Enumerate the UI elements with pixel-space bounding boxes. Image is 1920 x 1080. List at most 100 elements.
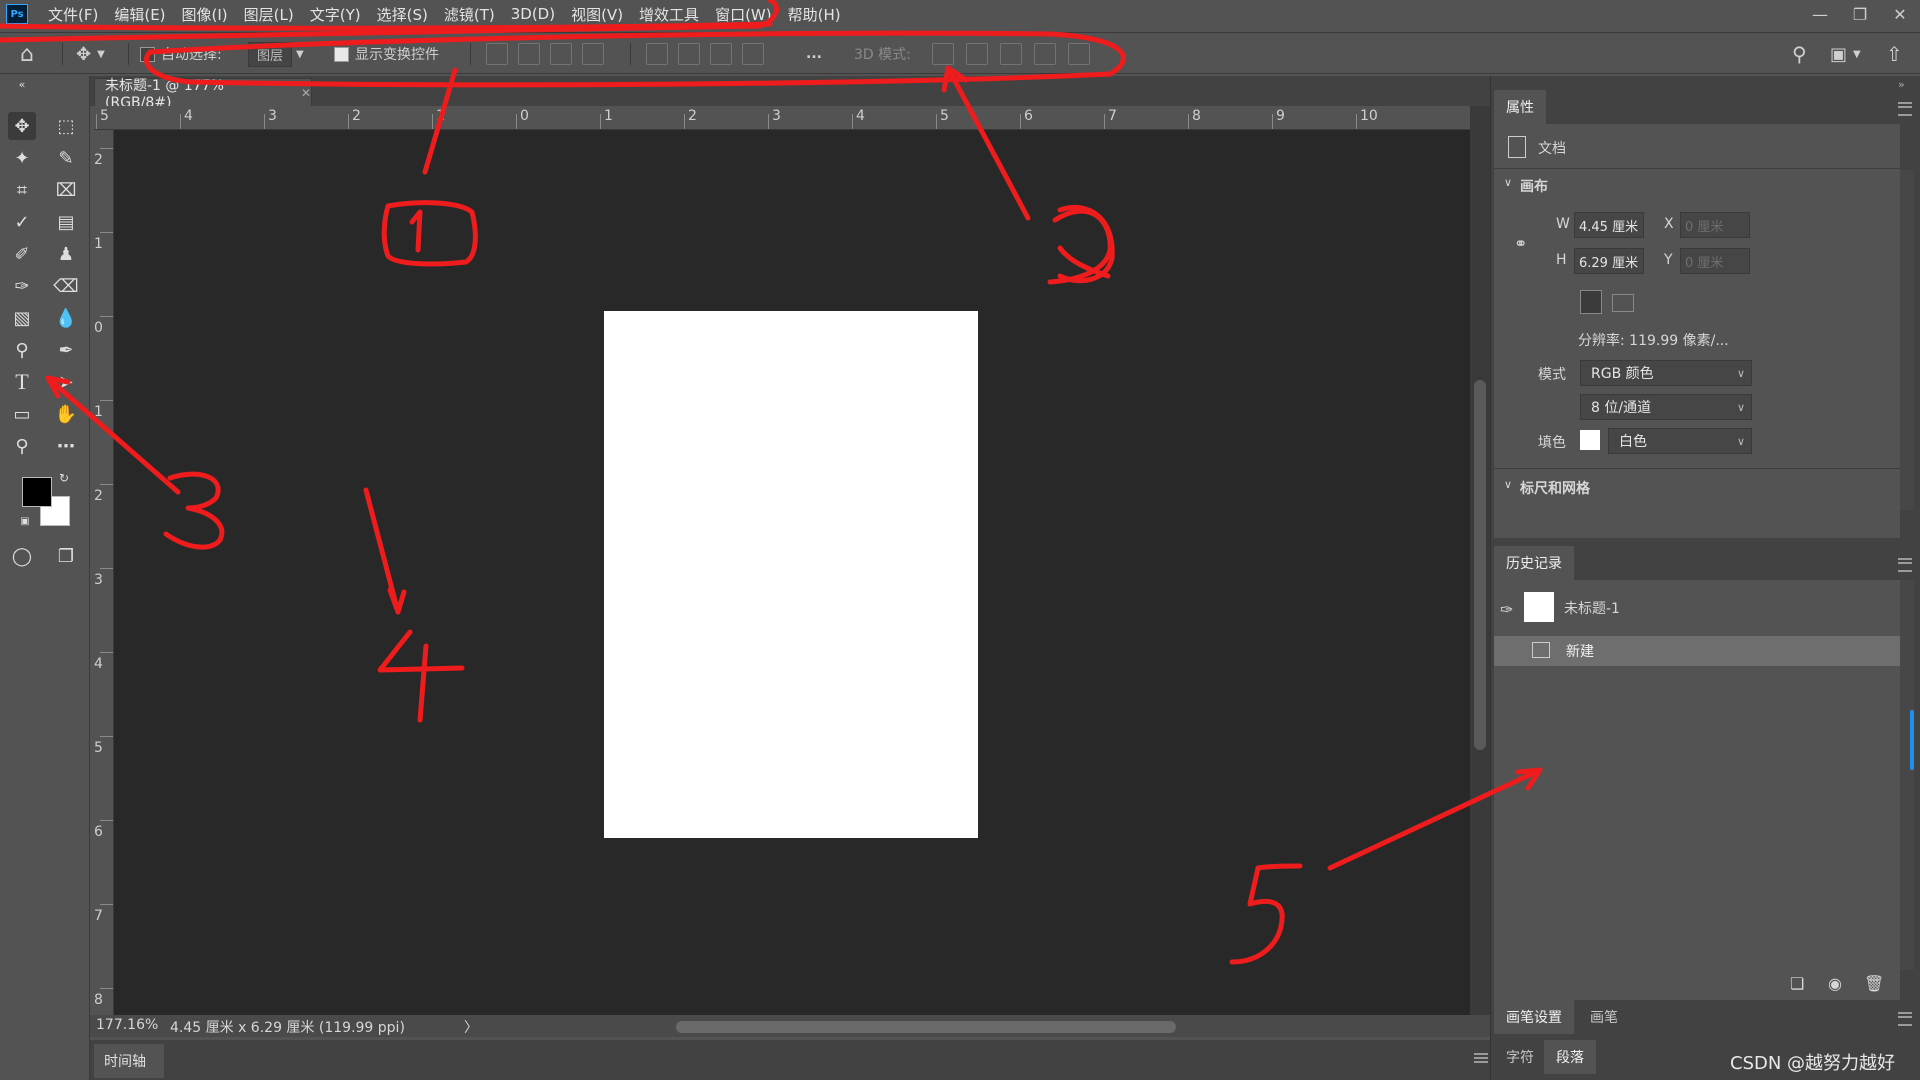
more-tools-icon[interactable]: ⋯ xyxy=(52,432,80,460)
document-canvas[interactable] xyxy=(604,311,978,838)
show-transform-check-icon[interactable] xyxy=(334,46,349,62)
chevron-down-icon[interactable]: ∨ xyxy=(1504,176,1512,189)
menu-edit[interactable]: 编辑(E) xyxy=(106,4,173,25)
swap-colors-icon[interactable]: ↻ xyxy=(56,470,72,486)
brush-menu-icon[interactable] xyxy=(1898,1012,1912,1026)
scale-3d-icon[interactable] xyxy=(1068,43,1090,65)
more-options-button[interactable]: ... xyxy=(806,33,822,75)
vertical-scroll-thumb[interactable] xyxy=(1474,380,1486,750)
menu-image[interactable]: 图像(I) xyxy=(174,4,236,25)
bit-depth-dropdown[interactable]: 8 位/通道 ∨ xyxy=(1580,394,1752,420)
properties-menu-icon[interactable] xyxy=(1898,102,1912,116)
history-scrollbar[interactable] xyxy=(1900,580,1914,970)
link-icon[interactable]: ⚭ xyxy=(1514,234,1527,253)
workspace-icon[interactable]: ▣ ▼ xyxy=(1830,33,1861,75)
clone-stamp-tool-icon[interactable]: ♟ xyxy=(52,240,80,268)
photoshop-logo-icon[interactable]: Ps xyxy=(6,4,28,24)
menu-view[interactable]: 视图(V) xyxy=(563,4,631,25)
pen-tool-icon[interactable]: ✒ xyxy=(52,336,80,364)
menu-file[interactable]: 文件(F) xyxy=(40,4,106,25)
rectangle-tool-icon[interactable]: ▭ xyxy=(8,400,36,428)
screen-mode-icon[interactable]: ❐ xyxy=(52,542,80,570)
portrait-orientation-icon[interactable] xyxy=(1580,290,1602,314)
show-transform-checkbox[interactable]: 显示变换控件 xyxy=(334,33,439,75)
eyedropper-tool-icon[interactable]: ✓ xyxy=(8,208,36,236)
menu-type[interactable]: 文字(Y) xyxy=(302,4,369,25)
snapshot-thumbnail[interactable] xyxy=(1524,592,1554,622)
slide-3d-icon[interactable] xyxy=(1034,43,1056,65)
path-select-tool-icon[interactable]: ➤ xyxy=(52,368,80,396)
landscape-orientation-icon[interactable] xyxy=(1612,294,1634,312)
align-center-icon[interactable] xyxy=(518,43,540,65)
zoom-level[interactable]: 177.16% xyxy=(96,1017,158,1033)
marquee-tool-icon[interactable]: ⬚ xyxy=(52,112,80,140)
gradient-tool-icon[interactable]: ▧ xyxy=(8,304,36,332)
brush-tool-icon[interactable]: ✐ xyxy=(8,240,36,268)
mode-dropdown[interactable]: RGB 颜色 ∨ xyxy=(1580,360,1752,386)
frame-tool-icon[interactable]: ⌧ xyxy=(52,176,80,204)
align-top-icon[interactable] xyxy=(646,43,668,65)
move-tool-icon[interactable]: ✥ xyxy=(8,112,36,140)
align-bottom-icon[interactable] xyxy=(710,43,732,65)
eraser-tool-icon[interactable]: ⌫ xyxy=(52,272,80,300)
align-distribute-icon[interactable] xyxy=(582,43,604,65)
rulers-grids-section-title[interactable]: 标尺和网格 xyxy=(1520,478,1590,498)
default-colors-icon[interactable]: ▣ xyxy=(18,514,32,528)
pan-3d-icon[interactable] xyxy=(1000,43,1022,65)
width-field[interactable]: 4.45 厘米 xyxy=(1574,212,1644,238)
align-left-icon[interactable] xyxy=(486,43,508,65)
crop-tool-icon[interactable]: ⌗ xyxy=(8,176,36,204)
x-field[interactable]: 0 厘米 xyxy=(1680,212,1750,238)
new-document-from-state-icon[interactable]: ❏ xyxy=(1790,974,1804,993)
tab-history[interactable]: 历史记录 xyxy=(1494,546,1574,580)
menu-3d[interactable]: 3D(D) xyxy=(503,5,563,23)
hand-tool-icon[interactable]: ✋ xyxy=(52,400,80,428)
height-field[interactable]: 6.29 厘米 xyxy=(1574,248,1644,274)
healing-brush-tool-icon[interactable]: ▤ xyxy=(52,208,80,236)
tab-character[interactable]: 字符 xyxy=(1494,1040,1546,1074)
move-tool-icon[interactable]: ✥ ▼ xyxy=(76,33,105,75)
menu-plugins[interactable]: 增效工具 xyxy=(631,4,707,25)
roll-3d-icon[interactable] xyxy=(966,43,988,65)
orbit-3d-icon[interactable] xyxy=(932,43,954,65)
canvas-section-title[interactable]: 画布 xyxy=(1520,176,1548,196)
snapshot-name[interactable]: 未标题-1 xyxy=(1564,598,1620,618)
menu-select[interactable]: 选择(S) xyxy=(369,4,436,25)
camera-icon[interactable]: ◉ xyxy=(1828,974,1842,993)
menu-layer[interactable]: 图层(L) xyxy=(236,4,302,25)
close-icon[interactable]: ✕ xyxy=(1880,0,1920,28)
tab-brush[interactable]: 画笔 xyxy=(1578,1000,1630,1034)
lasso-tool-icon[interactable]: ✦ xyxy=(8,144,36,172)
menu-window[interactable]: 窗口(W) xyxy=(707,4,780,25)
foreground-color-swatch-top[interactable] xyxy=(22,477,52,507)
collapse-toolbar-icon[interactable]: « xyxy=(8,78,36,91)
document-tab[interactable]: 未标题-1 @ 177%(RGB/8#) ✕ xyxy=(94,78,312,111)
timeline-menu-icon[interactable] xyxy=(1474,1053,1488,1063)
y-field[interactable]: 0 厘米 xyxy=(1680,248,1750,274)
history-menu-icon[interactable] xyxy=(1898,558,1912,572)
dodge-tool-icon[interactable]: ⚲ xyxy=(8,336,36,364)
chevron-down-icon[interactable]: ∨ xyxy=(1504,478,1512,491)
distribute-vertical-icon[interactable] xyxy=(742,43,764,65)
close-tab-icon[interactable]: ✕ xyxy=(301,86,311,100)
blur-tool-icon[interactable]: 💧 xyxy=(52,304,80,332)
quick-select-tool-icon[interactable]: ✎ xyxy=(52,144,80,172)
auto-select-target-dropdown[interactable]: 图层 ▼ xyxy=(248,33,304,75)
minimize-icon[interactable]: — xyxy=(1800,0,1840,28)
properties-scrollbar[interactable] xyxy=(1900,170,1914,510)
tab-brush-settings[interactable]: 画笔设置 xyxy=(1494,1000,1574,1034)
menu-help[interactable]: 帮助(H) xyxy=(780,4,849,25)
align-right-icon[interactable] xyxy=(550,43,572,65)
align-middle-icon[interactable] xyxy=(678,43,700,65)
auto-select-check-icon[interactable] xyxy=(140,46,155,62)
tab-paragraph[interactable]: 段落 xyxy=(1544,1040,1596,1074)
tab-properties[interactable]: 属性 xyxy=(1494,90,1546,124)
menu-filter[interactable]: 滤镜(T) xyxy=(436,4,503,25)
auto-select-checkbox[interactable]: 自动选择: xyxy=(140,33,222,75)
quick-mask-icon[interactable]: ◯ xyxy=(8,542,36,570)
share-icon[interactable]: ⇧ xyxy=(1886,33,1903,75)
trash-icon[interactable]: 🗑 xyxy=(1864,974,1884,993)
restore-icon[interactable]: ❐ xyxy=(1840,0,1880,28)
zoom-tool-icon[interactable]: ⚲ xyxy=(8,432,36,460)
history-brush-tool-icon[interactable]: ✑ xyxy=(8,272,36,300)
